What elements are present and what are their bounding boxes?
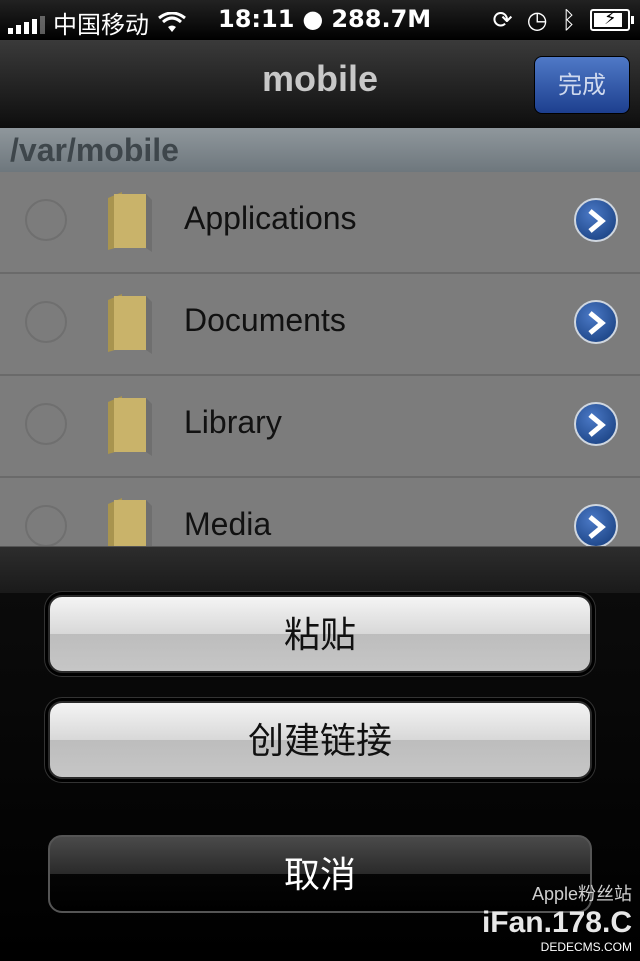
done-button[interactable]: 完成 [534,56,630,114]
watermark-main: iFan.178.C [481,906,632,939]
file-name: Documents [184,302,346,338]
memory-label: 288.7M [331,5,432,33]
watermark-small: DEDECMS.COM [540,940,632,954]
status-bar: 中国移动 18:11 ● 288.7M ⟳ ◷ ᛒ ⚡ [0,0,640,40]
select-radio[interactable] [25,199,67,241]
file-list: Applications Documents Library Media [0,172,640,546]
alarm-icon: ◷ [526,6,548,34]
folder-icon [108,498,152,546]
select-radio[interactable] [25,505,67,546]
file-name: Media [184,506,272,542]
battery-icon: ⚡ [590,8,634,31]
navigation-bar: mobile 完成 [0,40,640,129]
folder-icon [108,294,152,354]
list-item[interactable]: Library [0,376,640,478]
file-name: Library [184,404,282,440]
paste-button[interactable]: 粘贴 [48,595,592,673]
clock-label: 18:11 [218,5,295,33]
wifi-icon [158,11,186,32]
file-name: Applications [184,200,357,236]
carrier-label: 中国移动 [53,11,149,39]
rotation-lock-icon: ⟳ [492,6,513,34]
select-radio[interactable] [25,403,67,445]
status-right: ⟳ ◷ ᛒ ⚡ [492,6,634,34]
watermark-top: Apple粉丝站 [531,884,632,904]
folder-icon [108,396,152,456]
path-header: /var/mobile [0,128,640,172]
bluetooth-icon: ᛒ [561,6,576,34]
create-link-button[interactable]: 创建链接 [48,701,592,779]
watermark: Apple粉丝站 iFan.178.C DEDECMS.COM [482,880,632,954]
disclosure-arrow-icon[interactable] [574,504,618,546]
list-item[interactable]: Documents [0,274,640,376]
status-center: 18:11 ● 288.7M [218,5,431,33]
list-item[interactable]: Applications [0,172,640,274]
apple-icon: ● [302,5,324,33]
select-radio[interactable] [25,301,67,343]
disclosure-arrow-icon[interactable] [574,198,618,242]
disclosure-arrow-icon[interactable] [574,402,618,446]
disclosure-arrow-icon[interactable] [574,300,618,344]
list-item[interactable]: Media [0,478,640,546]
signal-strength-icon [8,12,45,34]
status-left: 中国移动 [8,5,187,40]
folder-icon [108,192,152,252]
